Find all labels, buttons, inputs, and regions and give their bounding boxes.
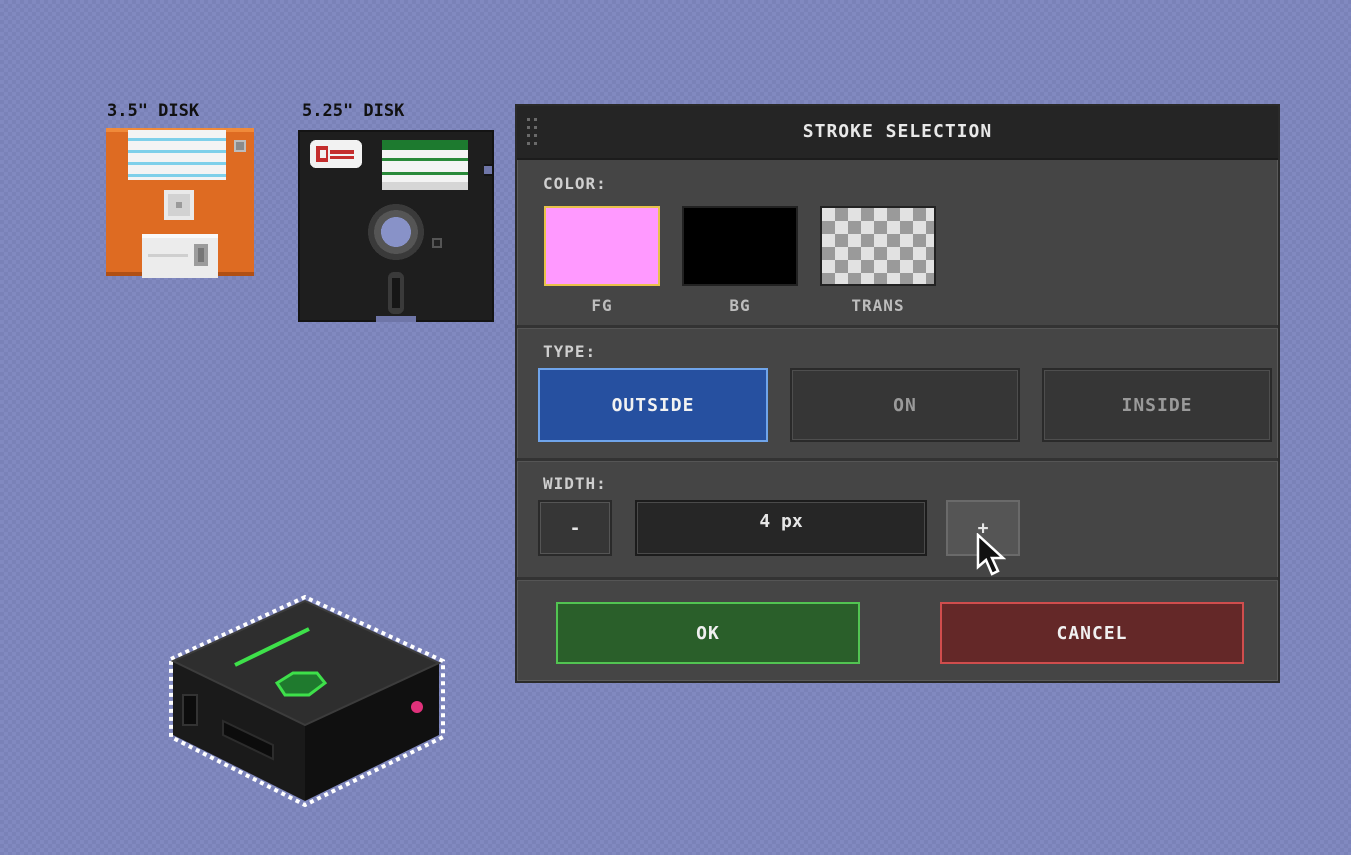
color-section-label: COLOR:: [543, 174, 607, 193]
type-section-label: TYPE:: [543, 342, 597, 361]
ok-button[interactable]: OK: [556, 602, 860, 664]
section-divider: [517, 577, 1278, 581]
floppy-525-icon[interactable]: [298, 128, 498, 328]
type-outside-button[interactable]: OUTSIDE: [538, 368, 768, 442]
dialog-title: STROKE SELECTION: [802, 121, 993, 142]
width-decrement-button[interactable]: -: [538, 500, 612, 556]
disk35-label: 3.5" DISK: [107, 101, 200, 121]
bg-color-swatch[interactable]: [682, 206, 798, 286]
section-divider: [517, 458, 1278, 462]
mouse-cursor-icon: [976, 532, 1007, 581]
fg-color-swatch[interactable]: [544, 206, 660, 286]
floppy-35-icon[interactable]: [106, 128, 254, 282]
iso-device-icon[interactable]: [165, 594, 455, 814]
width-section-label: WIDTH:: [543, 474, 607, 493]
cancel-button[interactable]: CANCEL: [940, 602, 1244, 664]
trans-swatch-label: TRANS: [851, 296, 905, 315]
trans-color-swatch[interactable]: [820, 206, 936, 286]
fg-swatch-label: FG: [591, 296, 613, 315]
width-value-field[interactable]: 4 px: [635, 500, 927, 556]
type-on-button[interactable]: ON: [790, 368, 1020, 442]
type-inside-button[interactable]: INSIDE: [1042, 368, 1272, 442]
stroke-selection-dialog: STROKE SELECTION COLOR: FG BG TRANS TYPE…: [515, 104, 1280, 683]
dialog-titlebar[interactable]: STROKE SELECTION: [517, 106, 1278, 160]
disk525-label: 5.25" DISK: [302, 101, 405, 121]
bg-swatch-label: BG: [729, 296, 751, 315]
section-divider: [517, 325, 1278, 329]
